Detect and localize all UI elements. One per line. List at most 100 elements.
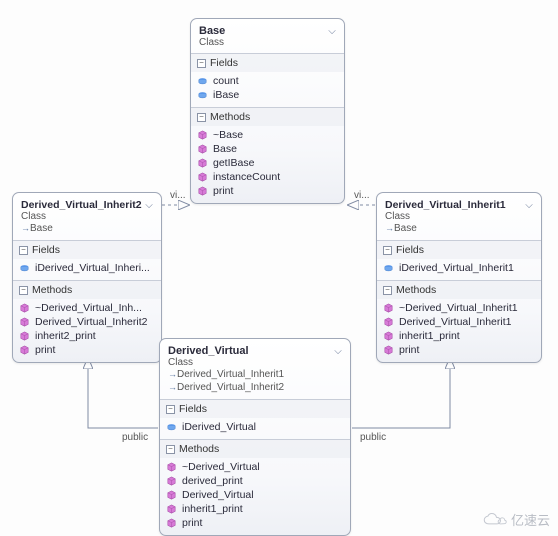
member-name: inherit2_print <box>35 330 96 342</box>
method-item[interactable]: instanceCount <box>195 170 340 184</box>
method-item[interactable]: Derived_Virtual_Inherit1 <box>381 315 537 329</box>
inherits-arrow-icon: → <box>385 222 394 234</box>
class-box-base[interactable]: Base Class ⌵ − Fields countiBase − Metho… <box>190 18 345 204</box>
fields-section-header[interactable]: − Fields <box>191 53 344 72</box>
method-item[interactable]: print <box>164 516 346 530</box>
chevron-up-icon[interactable]: ⌵ <box>523 199 535 211</box>
member-name: Base <box>213 143 237 155</box>
method-icon <box>383 303 394 314</box>
chevron-up-icon[interactable]: ⌵ <box>326 25 338 37</box>
methods-list: ~Derived_Virtual_Inherit1Derived_Virtual… <box>377 299 541 362</box>
member-name: iDerived_Virtual <box>182 421 256 433</box>
class-header: Derived_Virtual_Inherit1 Class →Base ⌵ <box>377 193 541 240</box>
collapse-icon[interactable]: − <box>383 246 392 255</box>
field-item[interactable]: iDerived_Virtual_Inherit1 <box>381 261 537 275</box>
method-item[interactable]: print <box>17 343 157 357</box>
watermark-text: 亿速云 <box>511 510 550 529</box>
member-name: Derived_Virtual_Inherit2 <box>35 316 147 328</box>
fields-label: Fields <box>32 244 60 256</box>
method-item[interactable]: ~Base <box>195 128 340 142</box>
methods-section-header[interactable]: − Methods <box>160 439 350 458</box>
inherits-item: Base <box>394 223 417 234</box>
method-icon <box>19 303 30 314</box>
connector-label-virtual-left: vi... <box>170 190 186 201</box>
member-name: Derived_Virtual <box>182 489 254 501</box>
class-title: Derived_Virtual_Inherit2 <box>21 199 153 211</box>
collapse-icon[interactable]: − <box>19 246 28 255</box>
method-item[interactable]: inherit2_print <box>17 329 157 343</box>
class-box-derived-virtual[interactable]: Derived_Virtual Class →Derived_Virtual_I… <box>159 338 351 536</box>
method-item[interactable]: print <box>195 184 340 198</box>
collapse-icon[interactable]: − <box>197 59 206 68</box>
class-kind: Class <box>21 211 153 222</box>
fields-list: iDerived_Virtual <box>160 418 350 439</box>
class-title: Derived_Virtual_Inherit1 <box>385 199 533 211</box>
collapse-icon[interactable]: − <box>166 405 175 414</box>
method-item[interactable]: Derived_Virtual_Inherit2 <box>17 315 157 329</box>
inherits-arrow-icon: → <box>168 381 177 393</box>
member-name: ~Base <box>213 129 243 141</box>
field-item[interactable]: iDerived_Virtual_Inheri... <box>17 261 157 275</box>
fields-list: iDerived_Virtual_Inherit1 <box>377 259 541 280</box>
field-icon <box>19 263 30 274</box>
field-item[interactable]: count <box>195 74 340 88</box>
method-item[interactable]: ~Derived_Virtual <box>164 460 346 474</box>
method-item[interactable]: derived_print <box>164 474 346 488</box>
method-icon <box>166 490 177 501</box>
method-item[interactable]: ~Derived_Virtual_Inherit1 <box>381 301 537 315</box>
member-name: inherit1_print <box>399 330 460 342</box>
methods-section-header[interactable]: − Methods <box>191 107 344 126</box>
methods-list: ~Derived_Virtualderived_printDerived_Vir… <box>160 458 350 535</box>
connector-label-virtual-right: vi... <box>354 190 370 201</box>
method-icon <box>19 317 30 328</box>
methods-label: Methods <box>179 443 219 455</box>
member-name: ~Derived_Virtual_Inh... <box>35 302 142 314</box>
member-name: print <box>35 344 55 356</box>
methods-list: ~Base BasegetIBaseinstanceCountprint <box>191 126 344 203</box>
connector-label-public-right: public <box>360 432 386 443</box>
fields-section-header[interactable]: − Fields <box>160 399 350 418</box>
class-inherits: →Derived_Virtual_Inherit1 →Derived_Virtu… <box>168 368 342 394</box>
collapse-icon[interactable]: − <box>166 445 175 454</box>
fields-label: Fields <box>210 57 238 69</box>
class-box-inherit2[interactable]: Derived_Virtual_Inherit2 Class →Base ⌵ −… <box>12 192 162 363</box>
inherits-arrow-icon: → <box>21 222 30 234</box>
inherits-arrow-icon: → <box>168 368 177 380</box>
collapse-icon[interactable]: − <box>197 113 206 122</box>
method-item[interactable]: getIBase <box>195 156 340 170</box>
method-item[interactable]: inherit1_print <box>381 329 537 343</box>
member-name: iBase <box>213 89 239 101</box>
class-title: Base <box>199 25 336 37</box>
collapse-icon[interactable]: − <box>383 286 392 295</box>
inherits-item: Derived_Virtual_Inherit2 <box>177 382 284 393</box>
class-box-inherit1[interactable]: Derived_Virtual_Inherit1 Class →Base ⌵ −… <box>376 192 542 363</box>
methods-label: Methods <box>210 111 250 123</box>
class-kind: Class <box>385 211 533 222</box>
field-icon <box>197 90 208 101</box>
fields-section-header[interactable]: − Fields <box>377 240 541 259</box>
methods-list: ~Derived_Virtual_Inh... Derived_Virtual_I… <box>13 299 161 362</box>
chevron-up-icon[interactable]: ⌵ <box>332 345 344 357</box>
methods-section-header[interactable]: − Methods <box>13 280 161 299</box>
class-inherits: →Base <box>21 222 153 235</box>
collapse-icon[interactable]: − <box>19 286 28 295</box>
fields-list: iDerived_Virtual_Inheri... <box>13 259 161 280</box>
method-item[interactable]: print <box>381 343 537 357</box>
class-kind: Class <box>168 357 342 368</box>
chevron-up-icon[interactable]: ⌵ <box>143 199 155 211</box>
methods-label: Methods <box>396 284 436 296</box>
field-item[interactable]: iBase <box>195 88 340 102</box>
method-item[interactable]: Base <box>195 142 340 156</box>
methods-section-header[interactable]: − Methods <box>377 280 541 299</box>
class-title: Derived_Virtual <box>168 345 342 357</box>
fields-section-header[interactable]: − Fields <box>13 240 161 259</box>
field-item[interactable]: iDerived_Virtual <box>164 420 346 434</box>
method-icon <box>383 317 394 328</box>
fields-label: Fields <box>179 403 207 415</box>
method-item[interactable]: Derived_Virtual <box>164 488 346 502</box>
method-icon <box>166 476 177 487</box>
inherits-item: Base <box>30 223 53 234</box>
method-item[interactable]: ~Derived_Virtual_Inh... <box>17 301 157 315</box>
method-item[interactable]: inherit1_print <box>164 502 346 516</box>
member-name: print <box>399 344 419 356</box>
